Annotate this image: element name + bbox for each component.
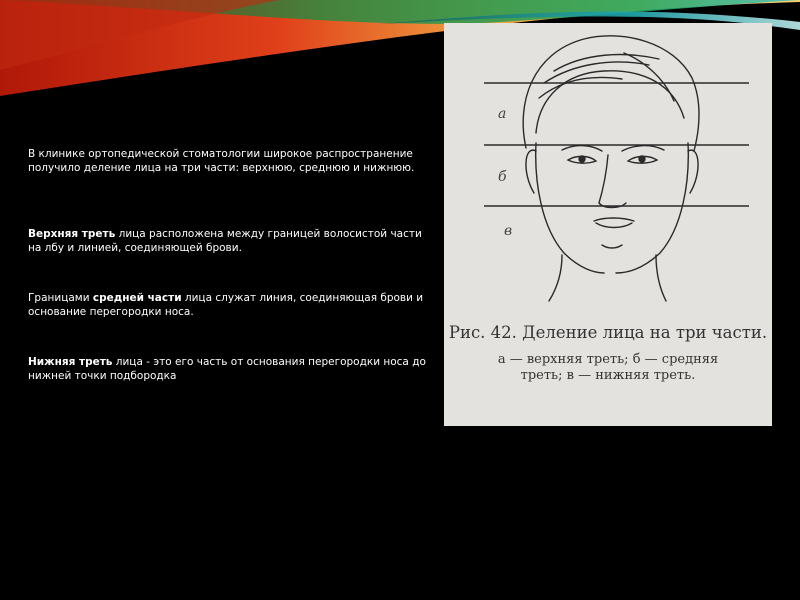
face-thirds-figure: а б в Рис. 42. Деление лица на три части… [444,23,772,426]
slide: В клинике ортопедической стоматологии ши… [0,0,800,600]
caption-title: Рис. 42. Деление лица на три части. [448,323,768,342]
label-b: б [498,169,507,185]
left-cheek [535,142,605,274]
label-a: а [498,106,506,122]
middle-third-term: средней части [92,292,182,304]
upper-third-term: Верхняя треть [28,228,116,240]
lower-third-paragraph: Нижняя треть лица - это его часть от осн… [28,356,430,383]
figure-caption: Рис. 42. Деление лица на три части. а — … [444,323,772,384]
lower-third-term: Нижняя треть [28,356,113,368]
middle-third-paragraph: Границами средней части лица служат лини… [28,292,430,319]
caption-line-2: треть; в — нижняя треть. [520,368,696,383]
caption-subtitle: а — верхняя треть; б — средняя треть; в … [444,352,772,384]
intro-paragraph: В клинике ортопедической стоматологии ши… [28,148,415,174]
caption-line-1: а — верхняя треть; б — средняя [497,352,719,367]
upper-third-paragraph: Верхняя треть лица расположена между гра… [28,228,430,255]
middle-third-prefix: Границами [28,292,93,304]
label-v: в [504,223,512,239]
hair-outline [522,35,700,152]
face-drawing: а б в [484,35,749,302]
